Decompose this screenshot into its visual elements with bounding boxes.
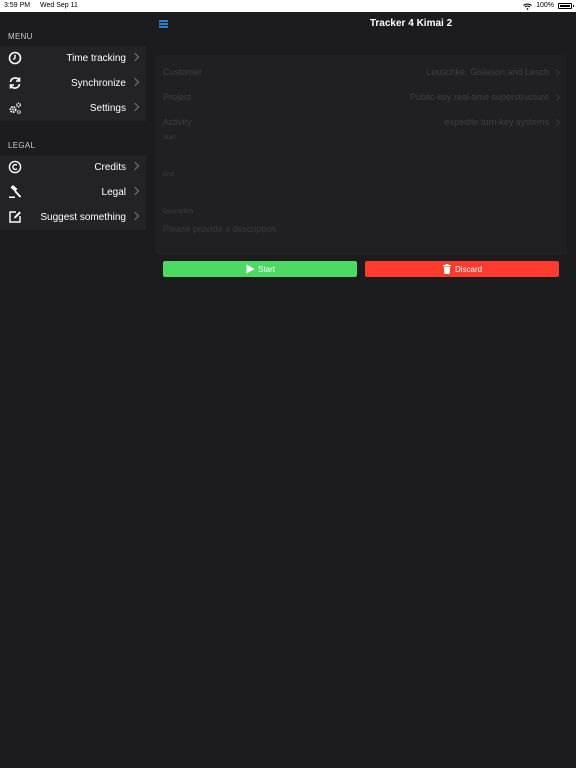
battery-icon: [558, 3, 574, 9]
start-button[interactable]: Start: [163, 261, 357, 277]
sidebar-item-time-tracking[interactable]: Time tracking: [0, 46, 146, 71]
navbar: Tracker 4 Kimai 2: [146, 12, 576, 36]
chevron-right-icon: [130, 211, 140, 221]
legal-section-header: LEGAL: [8, 141, 36, 150]
sidebar-item-label: Synchronize: [70, 78, 126, 89]
status-time: 3:59 PM: [4, 2, 31, 9]
description-label: Description: [163, 209, 194, 215]
sidebar-item-settings[interactable]: Settings: [0, 96, 146, 121]
sidebar-item-suggest-something[interactable]: Suggest something: [0, 205, 146, 230]
project-label: Project: [163, 92, 192, 102]
main-content: Tracker 4 Kimai 2 Customer Leuschke, Gis…: [146, 12, 576, 768]
chevron-right-icon: [552, 93, 561, 102]
edit-icon: [9, 211, 21, 223]
page-title: Tracker 4 Kimai 2: [369, 18, 453, 29]
wifi-icon: [523, 3, 532, 10]
sidebar: MENU Time tracking Synchronize Settings …: [0, 12, 146, 768]
activity-row[interactable]: Activity expedite turn-key systems: [155, 111, 567, 135]
chevron-right-icon: [130, 77, 140, 87]
chevron-right-icon: [130, 102, 140, 112]
customer-row[interactable]: Customer Leuschke, Gislason and Lesch: [155, 61, 567, 85]
discard-button[interactable]: Discard: [365, 261, 559, 277]
end-label: End: [163, 172, 174, 178]
sidebar-item-synchronize[interactable]: Synchronize: [0, 71, 146, 96]
sidebar-item-label: Credits: [94, 162, 126, 173]
sidebar-item-label: Settings: [89, 103, 126, 114]
play-icon: [246, 264, 255, 274]
chevron-right-icon: [130, 161, 140, 171]
chevron-right-icon: [552, 118, 561, 127]
sidebar-item-label: Suggest something: [40, 212, 126, 223]
sidebar-item-label: Legal: [101, 187, 126, 198]
menu-section-header: MENU: [8, 32, 33, 41]
sidebar-item-legal[interactable]: Legal: [0, 180, 146, 205]
sidebar-item-label: Time tracking: [66, 53, 126, 64]
chevron-right-icon: [130, 52, 140, 62]
start-label: Start: [163, 135, 176, 141]
customer-value: Leuschke, Gislason and Lesch: [426, 67, 549, 77]
customer-label: Customer: [163, 67, 203, 77]
legal-group: Credits Legal Suggest something: [0, 155, 146, 230]
sidebar-item-credits[interactable]: Credits: [0, 155, 146, 180]
time-entry-form: Customer Leuschke, Gislason and Lesch Pr…: [155, 55, 567, 255]
activity-value: expedite turn-key systems: [444, 117, 549, 127]
project-row[interactable]: Project Public-key real-time superstruct…: [155, 86, 567, 110]
gears-icon: [9, 102, 21, 115]
trash-icon: [442, 264, 451, 274]
copyright-icon: [8, 160, 22, 174]
menu-group: Time tracking Synchronize Settings: [0, 46, 146, 121]
chevron-right-icon: [552, 68, 561, 77]
battery-percent: 100%: [536, 2, 554, 9]
status-bar: 3:59 PM Wed Sep 11 100%: [0, 0, 576, 12]
gavel-icon: [9, 185, 22, 198]
clock-icon: [8, 51, 22, 65]
project-value: Public-key real-time superstructure: [409, 92, 549, 102]
status-date: Wed Sep 11: [40, 2, 78, 9]
discard-button-label: Discard: [454, 264, 483, 274]
start-button-label: Start: [258, 264, 275, 274]
sync-icon: [9, 77, 21, 89]
activity-label: Activity: [163, 117, 192, 127]
description-input[interactable]: Please provide a description: [163, 224, 276, 234]
chevron-right-icon: [130, 186, 140, 196]
